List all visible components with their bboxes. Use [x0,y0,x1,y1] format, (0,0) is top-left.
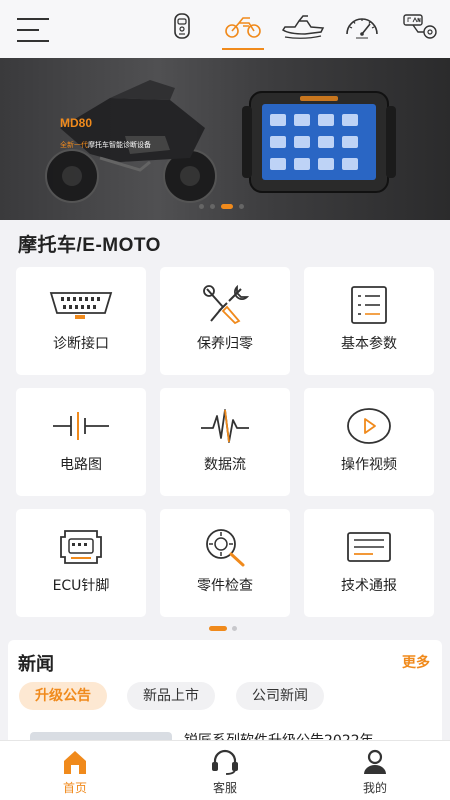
banner-dot-active[interactable] [221,204,233,209]
obd-connector-icon [49,292,113,319]
tile-label: 保养归零 [197,336,253,352]
tile-circuit-diagram[interactable]: 电路图 [16,388,146,496]
promo-banner[interactable]: MD80 全新一代摩托车智能诊断设备 [0,58,450,220]
grid-page-dot[interactable] [232,626,237,631]
news-title: 新闻 [18,654,54,675]
news-more-link[interactable]: 更多 [402,652,430,672]
car-key-icon [174,13,190,39]
tab-label: 我的 [362,781,387,795]
tile-ecu-pins[interactable]: ECU针脚 [16,509,146,617]
headset-icon [212,749,238,775]
banner-artwork [45,80,396,203]
ecu-pin-icon [60,530,102,564]
motorcycle-icon [225,17,261,38]
parameter-list-icon [351,286,387,324]
waveform-icon [201,409,249,443]
part-inspect-icon [206,529,245,567]
banner-pagination[interactable] [199,204,244,209]
tile-diagnostic-interface[interactable]: 诊断接口 [16,267,146,375]
news-tab-company-news[interactable]: 公司新闻 [236,682,324,710]
tile-basic-parameters[interactable]: 基本参数 [304,267,434,375]
tab-customer-service[interactable]: 客服 [175,741,275,800]
category-jet-ski[interactable] [280,12,326,50]
category-car-key[interactable] [162,12,202,50]
wrench-screwdriver-icon [203,285,249,325]
banner-subtitle-text: 摩托车智能诊断设备 [88,141,151,149]
tab-label: 客服 [212,781,237,795]
tile-label: 电路图 [60,457,102,473]
tile-parts-inspection[interactable]: 零件检查 [160,509,290,617]
banner-dot[interactable] [239,204,244,209]
technical-bulletin-icon [347,532,391,562]
grid-page-dot-active[interactable] [209,626,227,631]
section-title: 摩托车/E-MOTO [18,235,161,256]
user-icon [364,749,386,774]
speedometer-icon [346,18,378,39]
tile-label: 零件检查 [197,578,253,594]
tile-label: 操作视频 [341,457,397,473]
tile-technical-bulletin[interactable]: 技术通报 [304,509,434,617]
tile-label: 诊断接口 [53,336,109,352]
tile-label: ECU针脚 [52,578,110,594]
tab-profile[interactable]: 我的 [325,741,425,800]
grid-pagination[interactable] [209,626,237,631]
banner-title: MD80 [60,116,93,130]
tile-maintenance-reset[interactable]: 保养归零 [160,267,290,375]
tile-label: 技术通报 [341,578,397,594]
tile-label: 基本参数 [341,336,397,352]
jet-ski-icon [281,15,325,39]
banner-subtitle: 全新一代摩托车智能诊断设备 [60,140,151,150]
tab-home[interactable]: 首页 [25,741,125,800]
category-motorcycle[interactable] [220,12,266,50]
banner-subtitle-highlight: 全新一代 [60,141,88,149]
banner-dot[interactable] [199,204,204,209]
tile-operation-video[interactable]: 操作视频 [304,388,434,496]
category-speedometer[interactable] [340,12,384,50]
tile-data-stream[interactable]: 数据流 [160,388,290,496]
news-tab-new-products[interactable]: 新品上市 [127,682,215,710]
hamburger-menu-icon[interactable] [17,16,51,44]
home-icon [64,751,86,774]
can-bus-icon [403,14,437,39]
tab-label: 首页 [62,781,87,795]
circuit-diagram-icon [53,412,109,440]
tile-label: 数据流 [204,457,246,473]
category-can-bus[interactable] [398,12,442,50]
news-tab-upgrade[interactable]: 升级公告 [19,682,107,710]
top-bar [0,0,450,58]
play-video-icon [347,408,391,444]
bottom-tab-bar: 首页 客服 我的 [0,740,450,800]
news-section: 新闻 更多 升级公告 新品上市 公司新闻 锐匠系列软件升级公告2022年 [8,640,442,750]
banner-dot[interactable] [210,204,215,209]
